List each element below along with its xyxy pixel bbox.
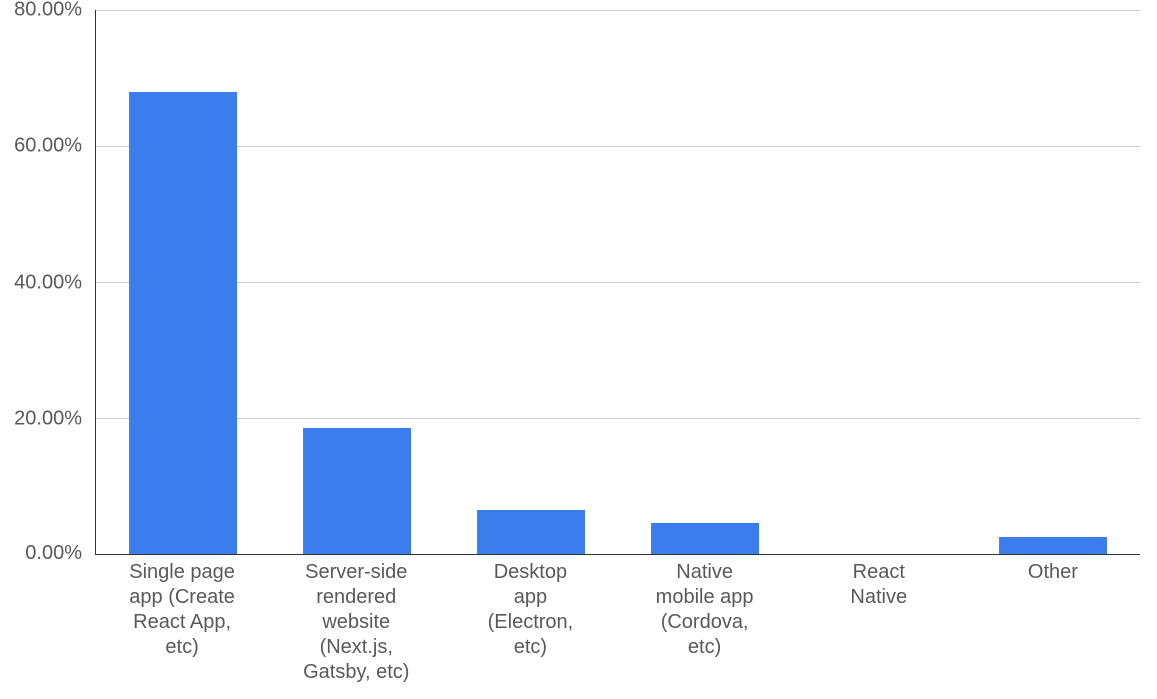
bar	[999, 537, 1107, 554]
y-tick-label: 0.00%	[25, 542, 82, 565]
bar-slot	[618, 10, 792, 554]
y-tick-label: 80.00%	[14, 0, 82, 22]
bar-slot	[96, 10, 270, 554]
y-tick-label: 40.00%	[14, 271, 82, 294]
x-tick-label: Other	[966, 560, 1140, 685]
bar-chart: 0.00% 20.00% 40.00% 60.00% 80.00% Single…	[0, 0, 1157, 699]
plot-area	[95, 10, 1140, 555]
y-tick-label: 20.00%	[14, 407, 82, 430]
bars-container	[96, 10, 1140, 554]
x-tick-label: Native mobile app (Cordova, etc)	[618, 560, 792, 685]
x-tick-label: Single page app (Create React App, etc)	[95, 560, 269, 685]
bar	[129, 92, 237, 554]
bar-slot	[966, 10, 1140, 554]
x-axis-labels: Single page app (Create React App, etc) …	[95, 560, 1140, 685]
x-tick-label: Desktop app (Electron, etc)	[443, 560, 617, 685]
bar	[651, 523, 759, 554]
bar-slot	[270, 10, 444, 554]
bar-slot	[444, 10, 618, 554]
y-axis-ticks: 0.00% 20.00% 40.00% 60.00% 80.00%	[0, 10, 90, 555]
bar	[303, 428, 411, 554]
x-tick-label: Server-side rendered website (Next.js, G…	[269, 560, 443, 685]
bar-slot	[792, 10, 966, 554]
bar	[477, 510, 585, 554]
x-tick-label: React Native	[792, 560, 966, 685]
y-tick-label: 60.00%	[14, 135, 82, 158]
